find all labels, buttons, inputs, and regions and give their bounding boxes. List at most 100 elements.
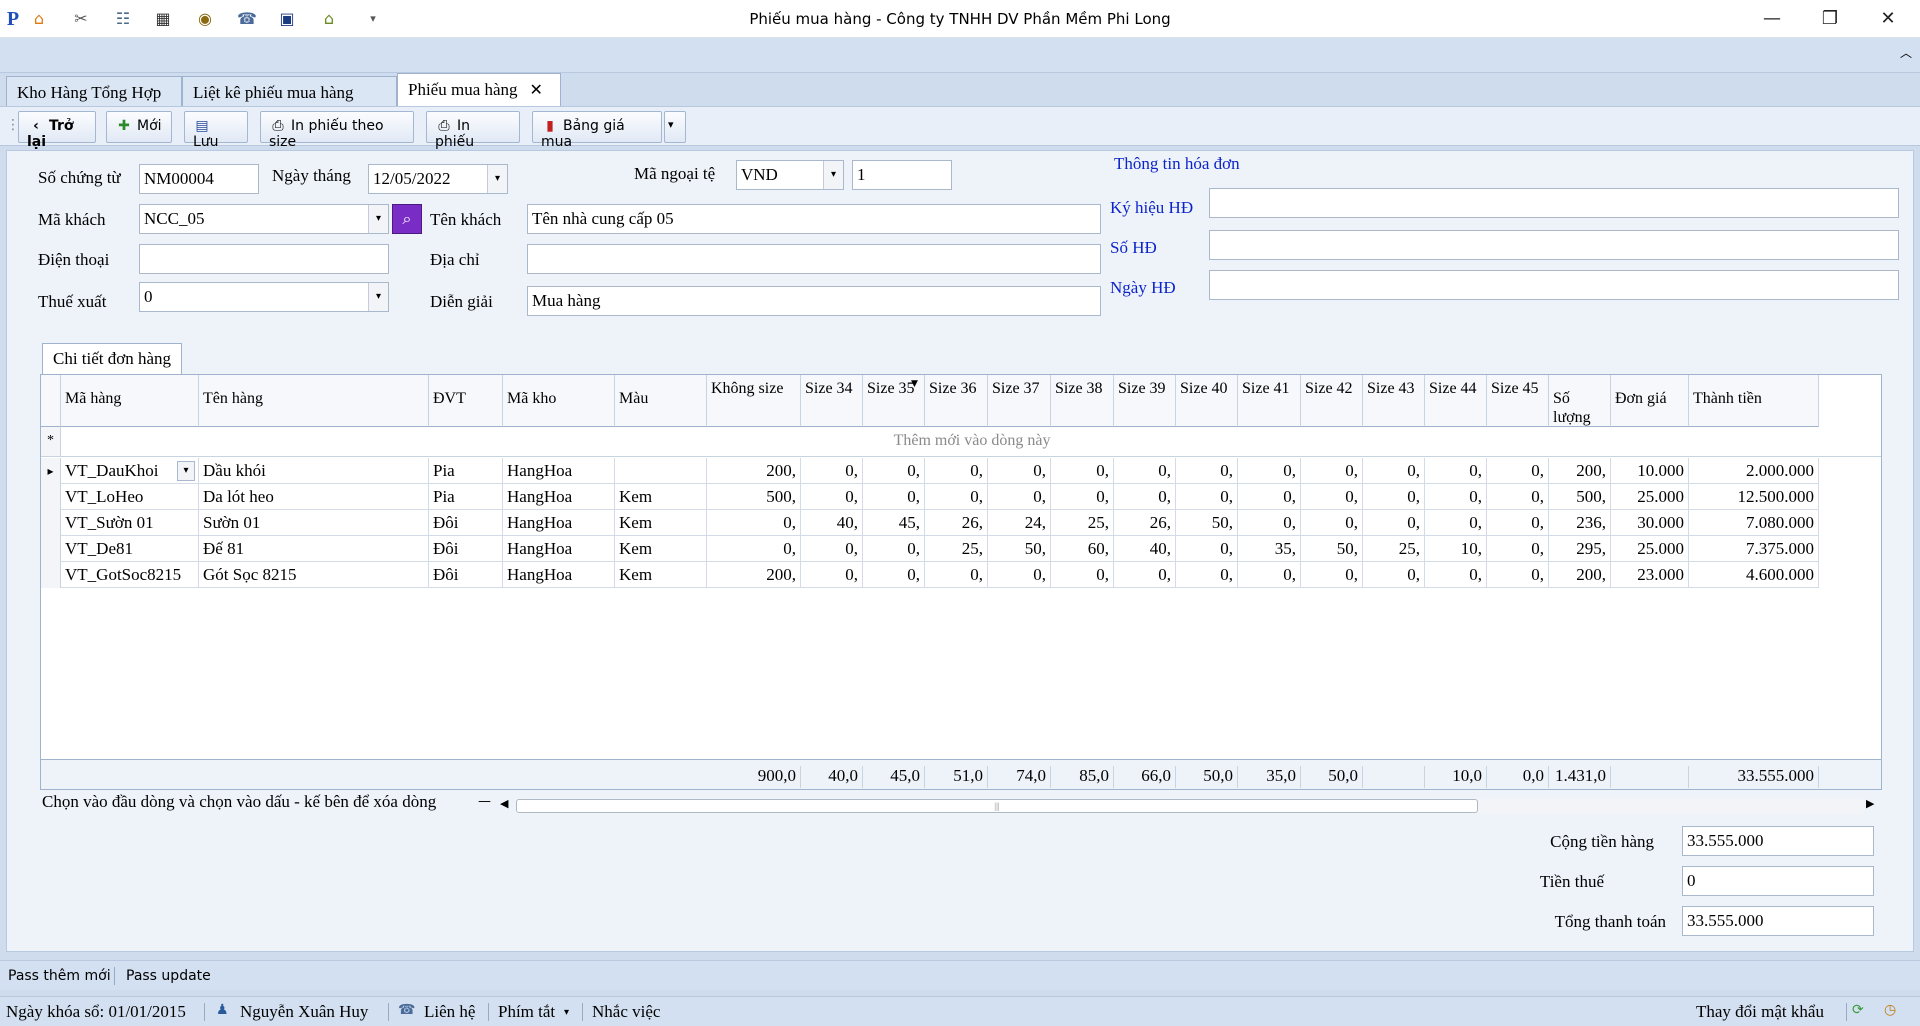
so-chung-tu-field[interactable]: NM00004 — [139, 164, 259, 194]
dropdown-arrow-icon[interactable]: ▾ — [368, 283, 388, 311]
table-cell[interactable]: 40, — [1114, 536, 1176, 562]
table-cell[interactable]: 0, — [1114, 562, 1176, 588]
table-cell[interactable]: 500, — [707, 484, 801, 510]
cong-tien-hang-field[interactable]: 33.555.000 — [1682, 826, 1874, 856]
table-cell[interactable]: 0, — [863, 484, 925, 510]
user-name[interactable]: Nguyễn Xuân Huy — [240, 1002, 368, 1022]
table-cell[interactable]: 0, — [707, 510, 801, 536]
chevron-down-icon[interactable]: ▾ — [564, 1007, 569, 1018]
tien-thue-field[interactable]: 0 — [1682, 866, 1874, 896]
table-cell[interactable]: Kem — [615, 562, 707, 588]
table-cell[interactable]: 0, — [1425, 562, 1487, 588]
new-row[interactable]: * Thêm mới vào dòng này — [41, 427, 1881, 457]
tong-thanh-toan-field[interactable]: 33.555.000 — [1682, 906, 1874, 936]
table-cell[interactable]: Đôi — [429, 510, 503, 536]
table-cell[interactable]: HangHoa — [503, 562, 615, 588]
column-header-size-36[interactable]: Size 36 — [925, 375, 988, 427]
table-cell[interactable]: 0, — [1363, 484, 1425, 510]
column-header-size-39[interactable]: Size 39 — [1114, 375, 1176, 427]
table-cell[interactable]: 0, — [925, 458, 988, 484]
column-header-so-luong[interactable]: Số lượng — [1549, 375, 1611, 427]
price-table-button[interactable]: ▮ Bảng giá mua — [532, 111, 662, 150]
table-cell[interactable]: 26, — [1114, 510, 1176, 536]
contact-button[interactable]: Liên hệ — [424, 1002, 475, 1022]
reminder-button[interactable]: Nhắc việc — [592, 1002, 660, 1022]
table-cell[interactable]: 2.000.000 — [1689, 458, 1819, 484]
table-cell[interactable]: 0, — [707, 536, 801, 562]
column-header-don-gia[interactable]: Đơn giá — [1611, 375, 1689, 427]
dien-thoai-field[interactable] — [139, 244, 389, 274]
table-cell[interactable]: Kem — [615, 484, 707, 510]
close-tab-icon[interactable]: ✕ — [530, 80, 543, 99]
table-cell[interactable]: 0, — [863, 458, 925, 484]
table-cell[interactable]: 25, — [925, 536, 988, 562]
table-cell[interactable]: 500, — [1549, 484, 1611, 510]
table-cell[interactable]: 0, — [1301, 510, 1363, 536]
table-cell[interactable]: Đôi — [429, 536, 503, 562]
tab-phieu-mua-hang[interactable]: Phiếu mua hàng ✕ — [397, 73, 561, 106]
collapse-icon[interactable]: — — [478, 794, 491, 809]
table-cell[interactable]: 295, — [1549, 536, 1611, 562]
table-cell[interactable]: 30.000 — [1611, 510, 1689, 536]
table-cell[interactable]: 0, — [1176, 536, 1238, 562]
table-cell[interactable]: VT_LoHeo — [61, 484, 199, 510]
table-cell[interactable] — [615, 458, 707, 484]
table-cell[interactable]: 0, — [1487, 458, 1549, 484]
column-header-mau[interactable]: Màu — [615, 375, 707, 427]
shortcut-button[interactable]: Phím tắt — [498, 1002, 555, 1022]
table-cell[interactable]: 12.500.000 — [1689, 484, 1819, 510]
close-button[interactable]: ✕ — [1868, 6, 1908, 32]
filter-icon[interactable]: ▼ — [911, 379, 918, 389]
table-cell[interactable]: Đế 81 — [199, 536, 429, 562]
column-header-size-44[interactable]: Size 44 — [1425, 375, 1487, 427]
table-cell[interactable]: Sườn 01 — [199, 510, 429, 536]
table-cell[interactable]: 200, — [707, 458, 801, 484]
table-cell[interactable]: 0, — [1051, 458, 1114, 484]
pass-new-button[interactable]: Pass thêm mới — [8, 968, 111, 984]
table-cell[interactable]: 0, — [1238, 562, 1301, 588]
table-cell[interactable]: 0, — [1487, 562, 1549, 588]
toolbar-overflow-button[interactable]: ▾ — [664, 111, 686, 143]
table-cell[interactable]: 0, — [1114, 458, 1176, 484]
table-cell[interactable]: 0, — [1363, 510, 1425, 536]
table-cell[interactable]: 0, — [1425, 458, 1487, 484]
table-cell[interactable]: 200, — [1549, 458, 1611, 484]
column-header-size-42[interactable]: Size 42 — [1301, 375, 1363, 427]
row-selector[interactable] — [41, 510, 61, 536]
table-cell[interactable]: 0, — [1051, 484, 1114, 510]
table-cell[interactable]: 40, — [801, 510, 863, 536]
table-cell[interactable]: 0, — [1238, 510, 1301, 536]
table-cell[interactable]: 50, — [1301, 536, 1363, 562]
table-cell[interactable]: 0, — [1487, 484, 1549, 510]
column-header-thanh-tien[interactable]: Thành tiền — [1689, 375, 1819, 427]
column-header-size-43[interactable]: Size 43 — [1363, 375, 1425, 427]
table-cell[interactable]: Da lót heo — [199, 484, 429, 510]
table-cell[interactable]: 0, — [988, 458, 1051, 484]
column-header-dvt[interactable]: ĐVT — [429, 375, 503, 427]
table-cell[interactable]: 0, — [1301, 458, 1363, 484]
table-cell[interactable]: 200, — [707, 562, 801, 588]
search-customer-icon[interactable]: ⌕ — [392, 204, 422, 234]
table-cell[interactable]: 25.000 — [1611, 484, 1689, 510]
minimize-button[interactable]: — — [1752, 6, 1792, 32]
table-cell[interactable]: 26, — [925, 510, 988, 536]
pass-update-button[interactable]: Pass update — [126, 968, 211, 984]
ma-khach-field[interactable]: NCC_05 ▾ — [139, 204, 389, 234]
table-cell[interactable]: 0, — [1487, 510, 1549, 536]
table-cell[interactable]: Kem — [615, 536, 707, 562]
maximize-button[interactable]: ❐ — [1810, 6, 1850, 32]
table-cell[interactable]: Kem — [615, 510, 707, 536]
table-cell[interactable]: 25, — [1051, 510, 1114, 536]
table-cell[interactable]: 0, — [863, 562, 925, 588]
column-header-ma-hang[interactable]: Mã hàng — [61, 375, 199, 427]
table-cell[interactable]: VT_GotSoc8215 — [61, 562, 199, 588]
row-selector[interactable] — [41, 562, 61, 588]
column-header-size-34[interactable]: Size 34 — [801, 375, 863, 427]
table-cell[interactable]: 23.000 — [1611, 562, 1689, 588]
table-cell[interactable]: 25.000 — [1611, 536, 1689, 562]
dropdown-arrow-icon[interactable]: ▾ — [368, 205, 388, 233]
column-header-size-41[interactable]: Size 41 — [1238, 375, 1301, 427]
column-header-size-38[interactable]: Size 38 — [1051, 375, 1114, 427]
row-selector[interactable]: ▸ — [41, 458, 61, 484]
column-header-ma-kho[interactable]: Mã kho — [503, 375, 615, 427]
